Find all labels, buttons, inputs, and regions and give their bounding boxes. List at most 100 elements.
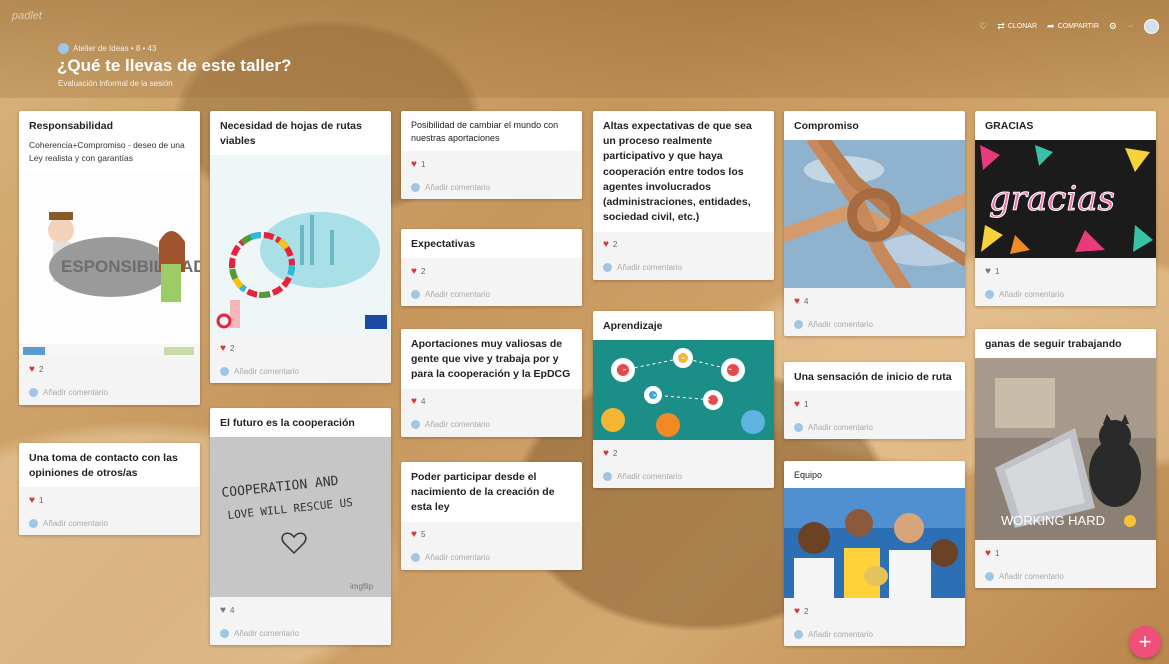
like-button[interactable]: ♥ 2 (29, 363, 190, 377)
heart-icon: ♥ (794, 398, 800, 410)
commenter-avatar (29, 388, 38, 398)
post-image-aprendizaje[interactable] (593, 340, 774, 441)
add-comment-placeholder: Añadir comentario (234, 366, 299, 376)
author-meta: Atelier de Ideas • 8 • 43 (58, 43, 156, 54)
clone-button[interactable]: ⇄ CLONAR (997, 21, 1037, 32)
like-button[interactable]: ♥ 2 (220, 341, 381, 355)
like-button[interactable]: ♥ 2 (411, 264, 572, 278)
add-comment-placeholder: Añadir comentario (808, 629, 873, 639)
add-comment-field[interactable]: Añadir comentario (985, 288, 1146, 300)
brand-logo[interactable]: padlet (12, 10, 42, 22)
like-button[interactable]: ♥ 4 (794, 294, 955, 308)
settings-button[interactable]: ⚙ (1109, 21, 1117, 32)
add-comment-placeholder: Añadir comentario (999, 289, 1064, 299)
clone-label: CLONAR (1007, 23, 1038, 30)
post-title: Poder participar desde el nacimiento de … (411, 471, 555, 514)
post-card[interactable]: GRACIAS gracias ♥ 1 Añadir comentario (975, 111, 1156, 307)
add-comment-field[interactable]: Añadir comentario (794, 421, 955, 433)
post-card[interactable]: Una sensación de inicio de ruta ♥ 1 Añadi… (784, 362, 965, 440)
like-button[interactable]: ♥ 2 (603, 238, 764, 252)
add-comment-field[interactable]: Añadir comentario (603, 470, 764, 482)
add-comment-field[interactable]: Añadir comentario (794, 318, 955, 330)
like-count: 4 (803, 296, 809, 306)
post-card[interactable]: El futuro es la cooperación COOPERATION … (210, 408, 391, 646)
add-comment-field[interactable]: Añadir comentario (220, 365, 381, 377)
share-label: COMPARTIR (1057, 23, 1099, 30)
add-comment-field[interactable]: Añadir comentario (411, 552, 572, 564)
post-title: Aportaciones muy valiosas de gente que v… (411, 338, 571, 381)
add-comment-placeholder: Añadir comentario (617, 471, 682, 481)
post-card[interactable]: Posibilidad de cambiar el mundo con nues… (401, 111, 582, 200)
like-count: 2 (420, 266, 426, 276)
post-card[interactable]: Expectativas ♥ 2 Añadir comentario (401, 229, 582, 307)
post-card[interactable]: Aportaciones muy valiosas de gente que v… (401, 329, 582, 437)
commenter-avatar (794, 629, 803, 639)
working-hard-caption: WORKING HARD (1001, 513, 1105, 528)
add-comment-placeholder: Añadir comentario (808, 422, 873, 432)
user-avatar[interactable] (1144, 19, 1159, 34)
gear-icon: ⚙ (1108, 21, 1117, 31)
like-count: 2 (612, 240, 618, 250)
add-comment-field[interactable]: Añadir comentario (603, 262, 764, 274)
commenter-avatar (411, 289, 420, 299)
commenter-avatar (220, 628, 229, 638)
post-image-equipo[interactable] (784, 488, 965, 599)
author-avatar[interactable] (58, 43, 69, 54)
post-title: Una sensación de inicio de ruta (794, 371, 952, 383)
post-card[interactable]: Necesidad de hojas de rutas viables ♥ 2 A… (210, 111, 391, 384)
post-image-cooperation[interactable]: COOPERATION AND LOVE WILL RESCUE US imgf… (210, 437, 391, 598)
gracias-image-text: gracias (989, 179, 1115, 219)
like-button[interactable]: ♥ 1 (985, 546, 1146, 560)
add-comment-field[interactable]: Añadir comentario (794, 628, 955, 640)
post-title: Una toma de contacto con las opiniones d… (29, 452, 178, 480)
like-button[interactable]: ♥ 1 (411, 157, 572, 171)
post-image-sdg[interactable] (210, 155, 391, 336)
like-button[interactable]: ♥ 1 (794, 397, 955, 411)
post-card[interactable]: Altas expectativas de que sea un proceso… (593, 111, 774, 280)
like-count: 4 (229, 605, 235, 615)
post-image-responsabilidad[interactable]: ESPONSIBILIDAD (19, 171, 200, 357)
post-image-compromiso[interactable] (784, 140, 965, 289)
add-comment-field[interactable]: Añadir comentario (985, 570, 1146, 582)
add-comment-field[interactable]: Añadir comentario (411, 181, 572, 193)
author-meta-text: Atelier de Ideas • 8 • 43 (73, 44, 157, 53)
post-title: Expectativas (411, 238, 476, 250)
add-post-button[interactable]: + (1129, 626, 1161, 658)
like-button[interactable]: ♥ 1 (985, 264, 1146, 278)
post-card[interactable]: Una toma de contacto con las opiniones d… (19, 443, 200, 536)
add-comment-field[interactable]: Añadir comentario (220, 627, 381, 639)
like-button[interactable]: ♥ 1 (29, 493, 190, 507)
post-card[interactable]: ganas de seguir trabajando WORKING HARD … (975, 329, 1156, 589)
heart-icon: ♥ (411, 529, 417, 541)
post-title: Altas expectativas de que sea un proceso… (603, 120, 752, 224)
post-image-working-hard[interactable]: WORKING HARD (975, 358, 1156, 541)
post-card[interactable]: Responsabilidad Coherencia+Compromiso - … (19, 111, 200, 405)
like-count: 2 (612, 448, 618, 458)
commenter-avatar (29, 518, 38, 528)
like-count: 2 (38, 365, 44, 375)
add-comment-field[interactable]: Añadir comentario (411, 419, 572, 431)
heart-icon: ♥ (603, 239, 609, 251)
more-button[interactable]: ··· (1127, 23, 1134, 30)
like-button[interactable]: ♥ 4 (411, 395, 572, 409)
add-comment-placeholder: Añadir comentario (808, 319, 873, 329)
post-card[interactable]: Poder participar desde el nacimiento de … (401, 462, 582, 570)
heart-icon: ♥ (411, 396, 417, 408)
like-button[interactable]: ♥ 5 (411, 528, 572, 542)
heart-icon: ♥ (985, 265, 991, 277)
post-card[interactable]: Compromiso ♥ 4 Añadir comentario (784, 111, 965, 337)
commenter-avatar (411, 553, 420, 563)
add-comment-field[interactable]: Añadir comentario (411, 288, 572, 300)
like-button[interactable]: ♥ 2 (794, 604, 955, 618)
share-button[interactable]: ➦ COMPARTIR (1047, 21, 1099, 32)
heart-icon: ♥ (794, 295, 800, 307)
like-button[interactable]: ♥ 2 (603, 446, 764, 460)
add-comment-field[interactable]: Añadir comentario (29, 387, 190, 399)
post-card[interactable]: Aprendizaje ♥ 2 Añadir comentario (593, 311, 774, 489)
like-wall-button[interactable]: ♡ (979, 21, 987, 32)
post-image-gracias[interactable]: gracias (975, 140, 1156, 259)
like-button[interactable]: ♥ 4 (220, 603, 381, 617)
commenter-avatar (603, 263, 612, 273)
add-comment-field[interactable]: Añadir comentario (29, 517, 190, 529)
post-card[interactable]: Equipo ♥ 2 Añadir comentario (784, 461, 965, 647)
